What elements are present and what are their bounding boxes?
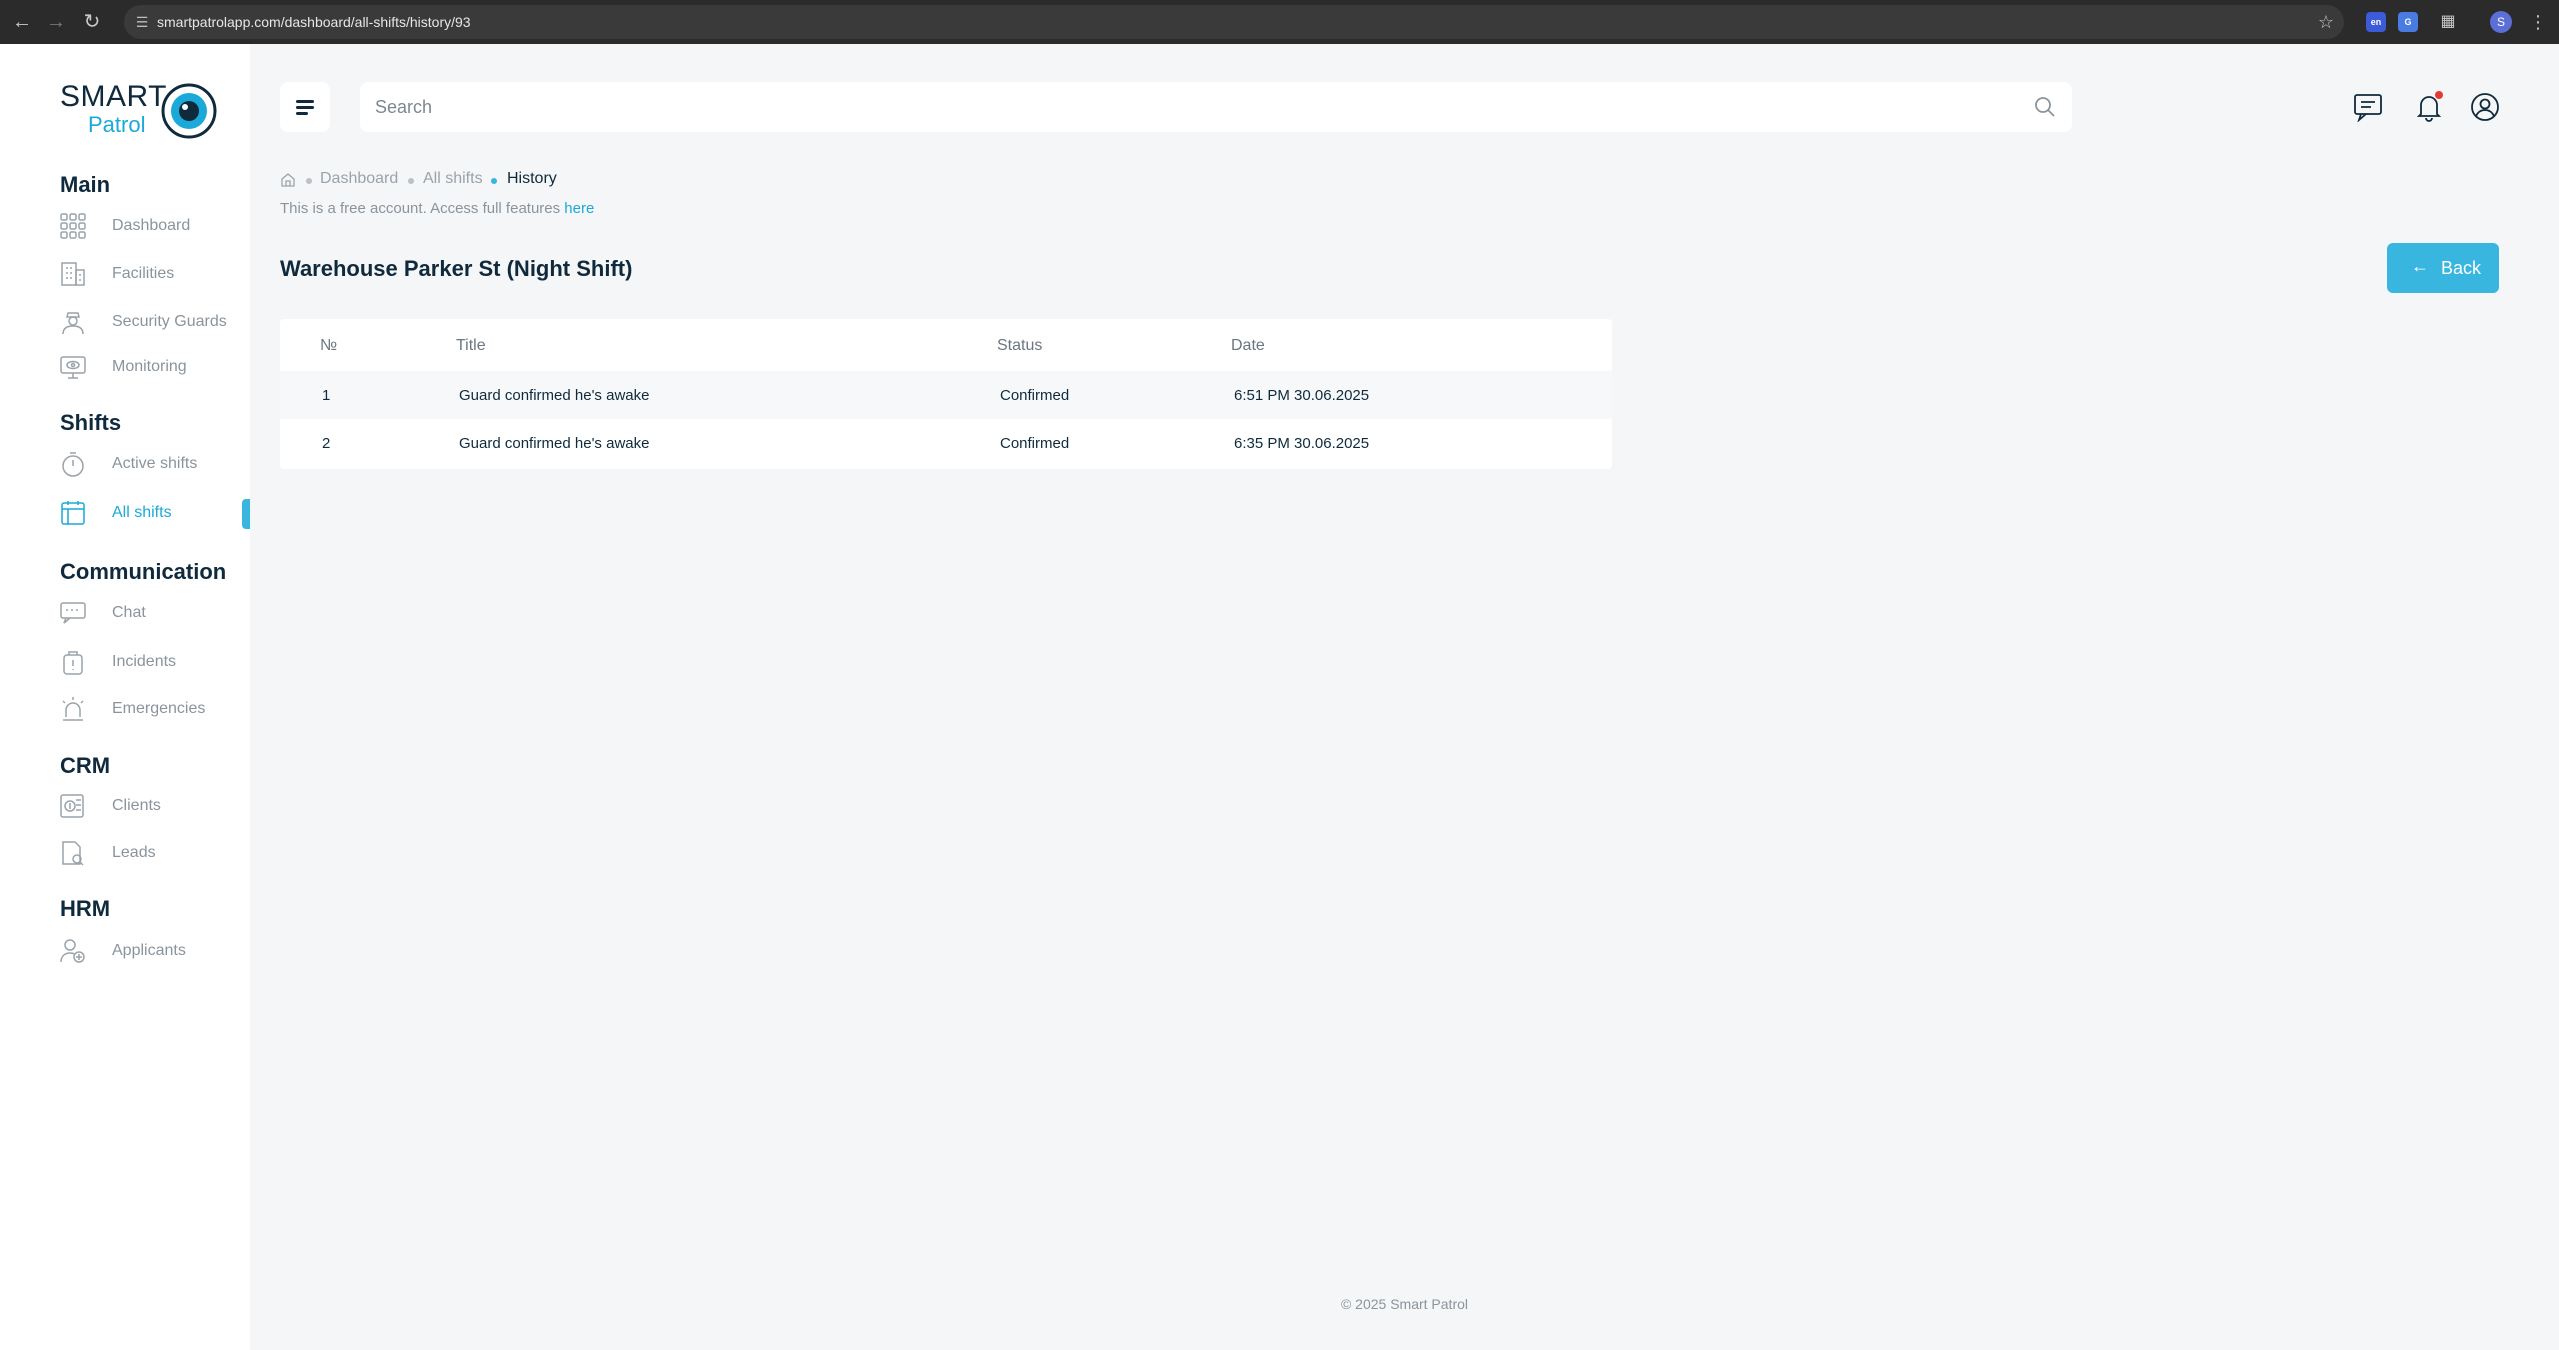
breadcrumb-separator <box>306 178 312 184</box>
back-arrow-icon[interactable]: ← <box>10 10 34 34</box>
column-header-status: Status <box>997 337 1043 354</box>
sidebar-item-label: Active shifts <box>112 455 198 472</box>
row-number: 1 <box>322 387 331 404</box>
reload-icon[interactable]: ↻ <box>80 10 104 34</box>
logo-line2: Patrol <box>88 112 146 137</box>
sidebar-item-label: Clients <box>112 797 161 814</box>
sidebar-item-security-guards[interactable]: Security Guards <box>60 303 250 343</box>
translate-extension-icon[interactable]: G <box>2398 12 2418 32</box>
page-title: Warehouse Parker St (Night Shift) <box>280 256 633 281</box>
section-title-hrm: HRM <box>60 896 111 921</box>
smart-patrol-logo[interactable]: SMART Patrol <box>60 80 220 150</box>
bookmark-star-icon[interactable]: ☆ <box>2314 10 2338 34</box>
upgrade-link[interactable]: here <box>564 200 594 217</box>
back-button[interactable]: ← Back <box>2387 243 2499 293</box>
notifications-button[interactable] <box>2414 91 2444 122</box>
menu-toggle-button[interactable] <box>280 82 330 132</box>
row-number: 2 <box>322 435 331 452</box>
sidebar-item-facilities[interactable]: Facilities <box>60 255 250 295</box>
breadcrumb-link-all-shifts[interactable]: All shifts <box>423 170 483 188</box>
sidebar-item-applicants[interactable]: Applicants <box>60 932 250 972</box>
sidebar-item-label: Chat <box>112 604 146 621</box>
user-account-icon[interactable] <box>2470 92 2500 122</box>
sidebar-item-all-shifts[interactable]: All shifts <box>60 494 250 534</box>
messages-icon[interactable] <box>2353 92 2383 122</box>
sidebar-item-active-shifts[interactable]: Active shifts <box>60 445 250 485</box>
hamburger-icon-line <box>296 106 314 109</box>
hamburger-icon-line <box>296 112 308 115</box>
breadcrumb-link-dashboard[interactable]: Dashboard <box>320 170 398 188</box>
monitor-eye-icon <box>60 356 86 379</box>
building-icon <box>61 262 85 286</box>
sidebar-item-label: Monitoring <box>112 358 187 375</box>
sidebar-item-emergencies[interactable]: Emergencies <box>60 690 250 730</box>
sidebar-item-monitoring[interactable]: Monitoring <box>60 348 250 388</box>
row-date: 6:35 PM 30.06.2025 <box>1234 435 1370 452</box>
search-icon[interactable] <box>2034 96 2056 118</box>
search-bar <box>360 82 2072 132</box>
back-button-label: Back <box>2441 258 2482 278</box>
search-input[interactable] <box>375 82 2015 132</box>
breadcrumb-current: History <box>507 170 557 187</box>
hamburger-icon <box>296 100 314 103</box>
sidebar-item-label: Dashboard <box>112 217 191 234</box>
active-indicator <box>242 499 250 529</box>
row-title: Guard confirmed he's awake <box>459 387 650 404</box>
sidebar-item-incidents[interactable]: Incidents <box>60 643 250 683</box>
notification-dot <box>2435 91 2443 99</box>
sidebar-item-dashboard[interactable]: Dashboard <box>60 207 250 247</box>
applicant-icon <box>60 939 85 963</box>
calendar-icon <box>61 501 85 525</box>
section-title-main: Main <box>60 172 111 197</box>
sidebar-item-label: Facilities <box>112 265 175 282</box>
browser-toolbar: ← → ↻ ☰ smartpatrolapp.com/dashboard/all… <box>0 0 2559 44</box>
clients-icon <box>60 794 84 818</box>
section-title-crm: CRM <box>60 753 111 778</box>
chat-icon <box>60 602 86 624</box>
row-status: Confirmed <box>1000 435 1070 452</box>
logo-line1: SMART <box>60 80 167 113</box>
notice-text: This is a free account. Access full feat… <box>280 200 565 217</box>
row-status: Confirmed <box>1000 387 1070 404</box>
breadcrumb-separator <box>491 178 497 184</box>
footer-copyright: © 2025 Smart Patrol <box>1340 1296 1469 1312</box>
sidebar-item-leads[interactable]: Leads <box>60 834 250 874</box>
leads-icon <box>62 841 84 866</box>
timer-icon <box>62 452 84 477</box>
extension-icon[interactable]: en <box>2366 12 2386 32</box>
incident-icon <box>63 651 83 675</box>
url-text[interactable]: smartpatrolapp.com/dashboard/all-shifts/… <box>157 12 471 32</box>
free-account-notice: This is a free account. Access full feat… <box>280 200 594 217</box>
sidebar-item-chat[interactable]: Chat <box>60 594 250 634</box>
sidebar-item-label: Emergencies <box>112 700 206 717</box>
table-row[interactable]: 1 Guard confirmed he's awake Confirmed 6… <box>280 371 1612 419</box>
row-date: 6:51 PM 30.06.2025 <box>1234 387 1370 404</box>
column-header-date: Date <box>1231 337 1265 354</box>
sidebar-item-label: Applicants <box>112 942 186 959</box>
row-title: Guard confirmed he's awake <box>459 435 650 452</box>
sidebar-item-clients[interactable]: Clients <box>60 787 250 827</box>
site-settings-icon[interactable]: ☰ <box>132 12 152 32</box>
browser-menu-icon[interactable]: ⋮ <box>2526 10 2550 34</box>
section-title-communication: Communication <box>60 559 227 584</box>
forward-arrow-icon[interactable]: → <box>44 10 68 34</box>
siren-icon <box>62 697 84 721</box>
arrow-left-icon: ← <box>2411 256 2429 276</box>
history-table: № Title Status Date 1 Guard confirmed he… <box>280 319 1612 469</box>
section-title-shifts: Shifts <box>60 410 122 435</box>
breadcrumb-separator <box>408 178 414 184</box>
extensions-puzzle-icon[interactable]: ▦ <box>2436 10 2460 34</box>
sidebar-item-label: Security Guards <box>112 313 227 330</box>
logo-eye-icon <box>161 83 217 139</box>
home-icon[interactable] <box>280 172 296 188</box>
column-header-number: № <box>320 337 338 354</box>
sidebar-item-label: Leads <box>112 844 156 861</box>
grid-icon <box>60 213 86 239</box>
sidebar-item-label: All shifts <box>112 504 172 521</box>
table-row[interactable]: 2 Guard confirmed he's awake Confirmed 6… <box>280 419 1612 467</box>
column-header-title: Title <box>456 337 486 354</box>
guard-icon <box>62 312 84 335</box>
profile-avatar[interactable]: S <box>2490 11 2512 33</box>
sidebar-item-label: Incidents <box>112 653 177 670</box>
